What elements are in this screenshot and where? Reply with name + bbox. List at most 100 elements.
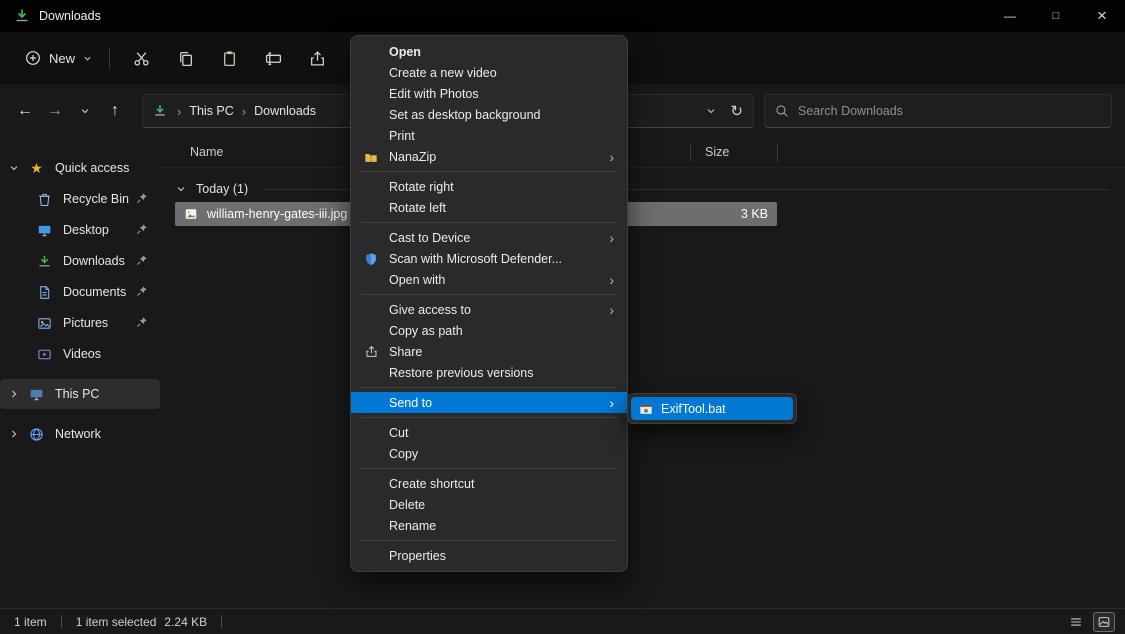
menu-item-label: Create shortcut (389, 477, 474, 491)
send-to-submenu: ExifTool.bat (627, 393, 797, 424)
menu-item-send-to[interactable]: Send to › (351, 392, 627, 413)
column-header-name[interactable]: Name (190, 145, 223, 159)
cut-button[interactable] (119, 39, 163, 77)
menu-item-print[interactable]: Print (351, 125, 627, 146)
pin-icon (136, 223, 148, 235)
menu-item-copy-as-path[interactable]: Copy as path (351, 320, 627, 341)
chevron-right-icon[interactable] (0, 389, 28, 399)
column-header-size[interactable]: Size (705, 145, 729, 159)
menu-item-rename[interactable]: Rename (351, 515, 627, 536)
menu-item-give-access-to[interactable]: Give access to › (351, 299, 627, 320)
menu-item-label: Set as desktop background (389, 108, 541, 122)
maximize-button[interactable]: □ (1033, 0, 1079, 32)
up-button[interactable]: ↑ (100, 96, 130, 126)
batch-file-icon (639, 402, 653, 416)
paste-button[interactable] (207, 39, 251, 77)
toolbar-separator (109, 47, 110, 69)
menu-item-label: Rotate left (389, 201, 446, 215)
menu-item-delete[interactable]: Delete (351, 494, 627, 515)
new-button-label: New (49, 51, 75, 66)
menu-item-nanazip[interactable]: NanaZip › (351, 146, 627, 167)
menu-item-rotate-right[interactable]: Rotate right (351, 176, 627, 197)
chevron-right-icon: › (242, 104, 246, 119)
sidebar-item-recycle-bin[interactable]: Recycle Bin (0, 184, 160, 214)
status-bar: 1 item 1 item selected 2.24 KB (0, 608, 1125, 634)
file-list-pane: Name Size Today (1) william-henry-gates-… (160, 138, 1125, 608)
submenu-arrow-icon: › (609, 303, 614, 317)
menu-item-open[interactable]: Open (351, 41, 627, 62)
sidebar-gap (0, 410, 160, 418)
pin-icon (136, 316, 148, 328)
sidebar-item-network[interactable]: Network (0, 419, 160, 449)
menu-item-cut[interactable]: Cut (351, 422, 627, 443)
submenu-arrow-icon: › (609, 231, 614, 245)
copy-icon (177, 50, 194, 67)
downloads-icon (36, 253, 53, 270)
menu-item-label: Share (389, 345, 422, 359)
menu-item-label: Open (389, 45, 421, 59)
menu-item-label: NanaZip (389, 150, 436, 164)
forward-button[interactable]: → (40, 96, 70, 126)
column-separator[interactable] (777, 143, 778, 162)
search-icon (775, 104, 789, 118)
sidebar-item-this-pc[interactable]: This PC (0, 379, 160, 409)
sidebar-item-pictures[interactable]: Pictures (0, 308, 160, 338)
column-separator[interactable] (690, 143, 691, 162)
breadcrumb-this-pc[interactable]: This PC (189, 104, 233, 118)
menu-item-scan-with-microsoft-defender[interactable]: Scan with Microsoft Defender... (351, 248, 627, 269)
rename-button[interactable] (251, 39, 295, 77)
menu-separator (361, 417, 617, 418)
address-dropdown-button[interactable] (706, 106, 716, 116)
menu-item-copy[interactable]: Copy (351, 443, 627, 464)
menu-item-create-shortcut[interactable]: Create shortcut (351, 473, 627, 494)
group-header-today[interactable]: Today (1) (160, 176, 1125, 202)
clipboard-icon (221, 50, 238, 67)
submenu-item-exiftool[interactable]: ExifTool.bat (631, 397, 793, 420)
chevron-down-icon (83, 54, 92, 63)
refresh-button[interactable]: ↻ (730, 102, 743, 120)
new-button[interactable]: New (17, 44, 100, 72)
chevron-down-icon[interactable] (0, 163, 28, 173)
navigation-pane: ★ Quick access Recycle Bin Desktop (0, 138, 160, 608)
menu-item-properties[interactable]: Properties (351, 545, 627, 566)
downloads-folder-icon (14, 8, 30, 24)
star-icon: ★ (28, 160, 45, 177)
sidebar-item-label: This PC (55, 387, 99, 401)
share-button[interactable] (295, 39, 339, 77)
back-button[interactable]: ← (10, 96, 40, 126)
chevron-right-icon: › (177, 104, 181, 119)
recent-locations-button[interactable] (70, 96, 100, 126)
sidebar-item-downloads[interactable]: Downloads (0, 246, 160, 276)
menu-item-label: Rotate right (389, 180, 454, 194)
downloads-folder-icon (153, 104, 167, 118)
thumbnail-view-button[interactable] (1093, 612, 1115, 632)
videos-icon (36, 346, 53, 363)
menu-item-share[interactable]: Share (351, 341, 627, 362)
sidebar-item-documents[interactable]: Documents (0, 277, 160, 307)
menu-item-edit-with-photos[interactable]: Edit with Photos (351, 83, 627, 104)
menu-item-label: Copy (389, 447, 418, 461)
sidebar-item-videos[interactable]: Videos (0, 339, 160, 369)
menu-item-restore-previous-versions[interactable]: Restore previous versions (351, 362, 627, 383)
menu-item-cast-to-device[interactable]: Cast to Device › (351, 227, 627, 248)
menu-separator (361, 171, 617, 172)
chevron-right-icon[interactable] (0, 429, 28, 439)
sidebar-item-desktop[interactable]: Desktop (0, 215, 160, 245)
copy-button[interactable] (163, 39, 207, 77)
breadcrumb-downloads[interactable]: Downloads (254, 104, 316, 118)
menu-item-label: Cut (389, 426, 408, 440)
this-pc-icon (28, 386, 45, 403)
minimize-button[interactable]: — (987, 0, 1033, 32)
menu-item-rotate-left[interactable]: Rotate left (351, 197, 627, 218)
menu-item-set-as-desktop-background[interactable]: Set as desktop background (351, 104, 627, 125)
menu-item-create-a-new-video[interactable]: Create a new video (351, 62, 627, 83)
menu-item-label: Restore previous versions (389, 366, 534, 380)
search-box[interactable] (764, 94, 1112, 128)
sidebar-item-quick-access[interactable]: ★ Quick access (0, 153, 160, 183)
selection-summary: 1 item selected (76, 615, 157, 629)
details-view-button[interactable] (1065, 612, 1087, 632)
close-button[interactable]: × (1079, 0, 1125, 32)
chevron-down-icon[interactable] (176, 184, 186, 194)
menu-item-open-with[interactable]: Open with › (351, 269, 627, 290)
search-input[interactable] (798, 104, 1101, 118)
